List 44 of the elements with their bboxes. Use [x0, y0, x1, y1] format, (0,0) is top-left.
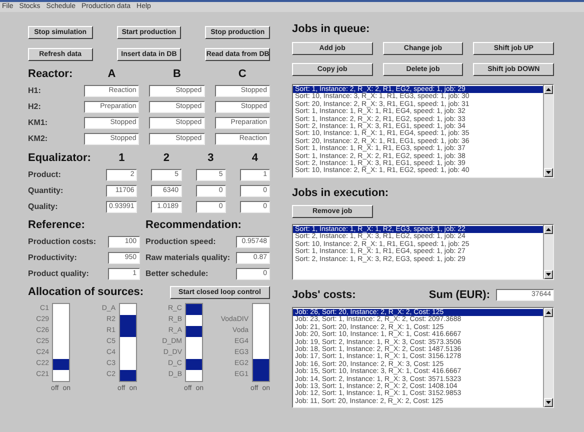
scrollbar[interactable] — [543, 225, 553, 279]
column-heading: A — [106, 67, 117, 81]
row-label: KM2: — [28, 133, 49, 145]
section-title: Jobs' costs: — [292, 288, 356, 302]
up-arrow-icon — [546, 88, 551, 91]
row-label: H1: — [28, 85, 42, 97]
column-heading: C — [237, 67, 248, 81]
column-heading: 3 — [206, 151, 215, 165]
row-label: Product: — [28, 169, 62, 181]
row-label: H2: — [28, 101, 42, 113]
scroll-up-button[interactable] — [544, 225, 553, 234]
field-label: Production costs: — [28, 236, 98, 248]
down-arrow-icon — [546, 401, 551, 404]
down-arrow-icon — [546, 273, 551, 276]
scrollbar[interactable] — [543, 308, 553, 407]
field-label: Raw materials quality: — [146, 252, 230, 264]
field-label: Productivity: — [28, 252, 78, 264]
scroll-up-button[interactable] — [544, 308, 553, 317]
field-label: Production speed: — [146, 236, 217, 248]
section-title: Jobs in execution: — [292, 186, 390, 200]
section-title: Equalizator: — [28, 151, 92, 165]
column-heading: 2 — [162, 151, 170, 165]
section-title: Jobs in queue: — [292, 22, 371, 36]
up-arrow-icon — [546, 228, 551, 231]
section-title: Reactor: — [28, 67, 74, 81]
up-arrow-icon — [546, 311, 551, 314]
row-label: KM1: — [28, 117, 49, 129]
scroll-down-button[interactable] — [544, 270, 553, 279]
down-arrow-icon — [546, 171, 551, 174]
section-title: Reference: — [28, 218, 86, 232]
field-label: Better schedule: — [146, 268, 210, 280]
row-label: Quantity: — [28, 185, 64, 197]
sum-label: Sum (EUR): — [428, 288, 490, 302]
column-heading: 4 — [250, 151, 259, 165]
field-label: Product quality: — [28, 268, 90, 280]
column-heading: 1 — [118, 151, 126, 165]
scrollbar[interactable] — [543, 85, 553, 177]
row-label: Quality: — [28, 201, 59, 213]
section-title: Recommendation: — [146, 218, 242, 232]
scroll-up-button[interactable] — [544, 85, 553, 94]
scroll-down-button[interactable] — [544, 168, 553, 177]
section-title: Allocation of sources: — [28, 285, 144, 299]
column-heading: B — [172, 67, 182, 81]
scroll-down-button[interactable] — [544, 398, 553, 407]
